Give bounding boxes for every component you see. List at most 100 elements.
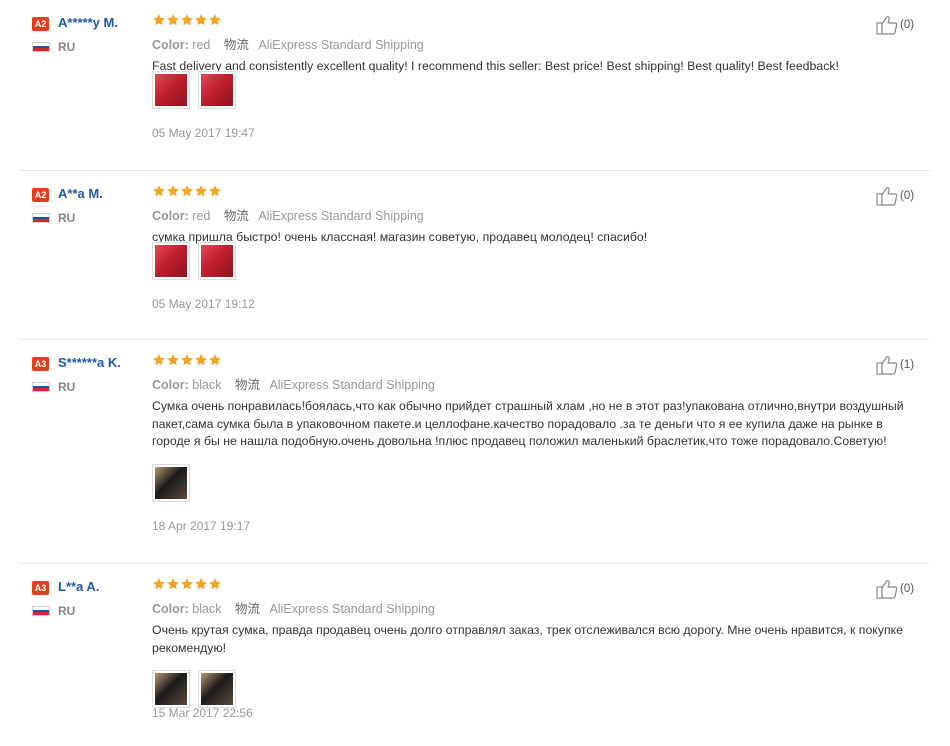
reviewer-name: L**a A. bbox=[58, 579, 100, 594]
order-info: Color: black 物流 AliExpress Standard Ship… bbox=[152, 374, 435, 393]
thumbs-up-icon[interactable] bbox=[876, 15, 898, 35]
russia-flag-icon bbox=[32, 382, 50, 392]
feedback-list: A2 A*****y M. RU Color: red 物流 AliExpres… bbox=[0, 0, 950, 746]
thumbs-up-icon[interactable] bbox=[876, 355, 898, 375]
star-icon bbox=[152, 577, 166, 591]
russia-flag-icon bbox=[32, 606, 50, 616]
color-value: red bbox=[192, 209, 211, 223]
shipping-label: 物流 bbox=[223, 38, 249, 52]
reviewer-name: A*****y M. bbox=[58, 15, 118, 30]
review-photos bbox=[152, 670, 244, 708]
reviewer-country: RU bbox=[58, 380, 76, 394]
helpful-count: (0) bbox=[900, 19, 915, 31]
review-photo-thumbnail[interactable] bbox=[152, 464, 190, 502]
red-bag-photo bbox=[201, 245, 233, 277]
star-icon bbox=[208, 353, 222, 367]
star-icon bbox=[166, 577, 180, 591]
helpful-count: (0) bbox=[900, 583, 915, 595]
reviewer-name: S******a K. bbox=[58, 355, 121, 370]
star-icon bbox=[152, 184, 166, 198]
color-label: Color: bbox=[152, 209, 189, 223]
star-icon bbox=[194, 353, 208, 367]
buyer-level-badge: A3 bbox=[32, 581, 49, 595]
review-text: Fast delivery and consistently excellent… bbox=[152, 59, 839, 73]
black-bag-photo bbox=[155, 467, 187, 499]
review-photo-thumbnail[interactable] bbox=[198, 242, 236, 280]
helpful-count: (1) bbox=[900, 359, 915, 371]
review-date: 05 May 2017 19:12 bbox=[152, 297, 255, 311]
russia-flag-icon bbox=[32, 42, 50, 52]
star-rating bbox=[152, 184, 222, 202]
review-text: Сумка очень понравилась!боялась,что как … bbox=[152, 399, 904, 449]
reviewer-country: RU bbox=[58, 40, 76, 54]
star-icon bbox=[152, 13, 166, 27]
review-date: 15 Mar 2017 22:56 bbox=[152, 706, 253, 720]
review-divider bbox=[20, 170, 930, 171]
star-icon bbox=[180, 13, 194, 27]
star-rating bbox=[152, 353, 222, 371]
order-info: Color: red 物流 AliExpress Standard Shippi… bbox=[152, 205, 424, 224]
color-value: black bbox=[192, 378, 222, 392]
color-label: Color: bbox=[152, 602, 189, 616]
review-photo-thumbnail[interactable] bbox=[152, 242, 190, 280]
reviewer-name: A**a M. bbox=[58, 186, 103, 201]
review-photos bbox=[152, 71, 244, 109]
color-label: Color: bbox=[152, 378, 189, 392]
order-info: Color: black 物流 AliExpress Standard Ship… bbox=[152, 598, 435, 617]
red-bag-photo bbox=[201, 74, 233, 106]
star-icon bbox=[208, 13, 222, 27]
review-photo-thumbnail[interactable] bbox=[152, 71, 190, 109]
helpful-button[interactable]: (0) bbox=[876, 579, 914, 599]
star-icon bbox=[194, 13, 208, 27]
star-icon bbox=[194, 577, 208, 591]
russia-flag-icon bbox=[32, 213, 50, 223]
thumbs-up-icon[interactable] bbox=[876, 579, 898, 599]
helpful-count: (0) bbox=[900, 190, 915, 202]
review-photos bbox=[152, 242, 244, 280]
review-text: Очень крутая сумка, правда продавец очен… bbox=[152, 623, 903, 655]
black-bag-photo bbox=[155, 673, 187, 705]
red-bag-photo bbox=[155, 74, 187, 106]
star-rating bbox=[152, 13, 222, 31]
shipping-method: AliExpress Standard Shipping bbox=[258, 209, 424, 223]
star-icon bbox=[166, 184, 180, 198]
helpful-button[interactable]: (0) bbox=[876, 15, 914, 35]
star-icon bbox=[180, 184, 194, 198]
shipping-label: 物流 bbox=[234, 602, 260, 616]
helpful-button[interactable]: (0) bbox=[876, 186, 914, 206]
color-value: black bbox=[192, 602, 222, 616]
helpful-button[interactable]: (1) bbox=[876, 355, 914, 375]
thumbs-up-icon[interactable] bbox=[876, 186, 898, 206]
star-icon bbox=[194, 184, 208, 198]
star-icon bbox=[180, 577, 194, 591]
color-value: red bbox=[192, 38, 211, 52]
review-date: 18 Apr 2017 19:17 bbox=[152, 519, 251, 533]
buyer-level-badge: A2 bbox=[32, 17, 49, 31]
star-icon bbox=[152, 353, 166, 367]
review-photo-thumbnail[interactable] bbox=[198, 670, 236, 708]
review-divider bbox=[20, 563, 930, 564]
review-photos bbox=[152, 464, 198, 502]
review-text: сумка пришла быстро! очень классная! маг… bbox=[152, 230, 648, 244]
order-info: Color: red 物流 AliExpress Standard Shippi… bbox=[152, 34, 424, 53]
review-photo-thumbnail[interactable] bbox=[152, 670, 190, 708]
shipping-label: 物流 bbox=[223, 209, 249, 223]
star-rating bbox=[152, 577, 222, 595]
star-icon bbox=[180, 353, 194, 367]
shipping-method: AliExpress Standard Shipping bbox=[269, 378, 435, 392]
shipping-label: 物流 bbox=[234, 378, 260, 392]
buyer-level-badge: A3 bbox=[32, 357, 49, 371]
shipping-method: AliExpress Standard Shipping bbox=[258, 38, 424, 52]
star-icon bbox=[208, 577, 222, 591]
star-icon bbox=[208, 184, 222, 198]
red-bag-photo bbox=[155, 245, 187, 277]
star-icon bbox=[166, 13, 180, 27]
black-bag-photo bbox=[201, 673, 233, 705]
shipping-method: AliExpress Standard Shipping bbox=[269, 602, 435, 616]
buyer-level-badge: A2 bbox=[32, 188, 49, 202]
star-icon bbox=[166, 353, 180, 367]
review-divider bbox=[20, 339, 930, 340]
reviewer-country: RU bbox=[58, 604, 76, 618]
review-photo-thumbnail[interactable] bbox=[198, 71, 236, 109]
color-label: Color: bbox=[152, 38, 189, 52]
